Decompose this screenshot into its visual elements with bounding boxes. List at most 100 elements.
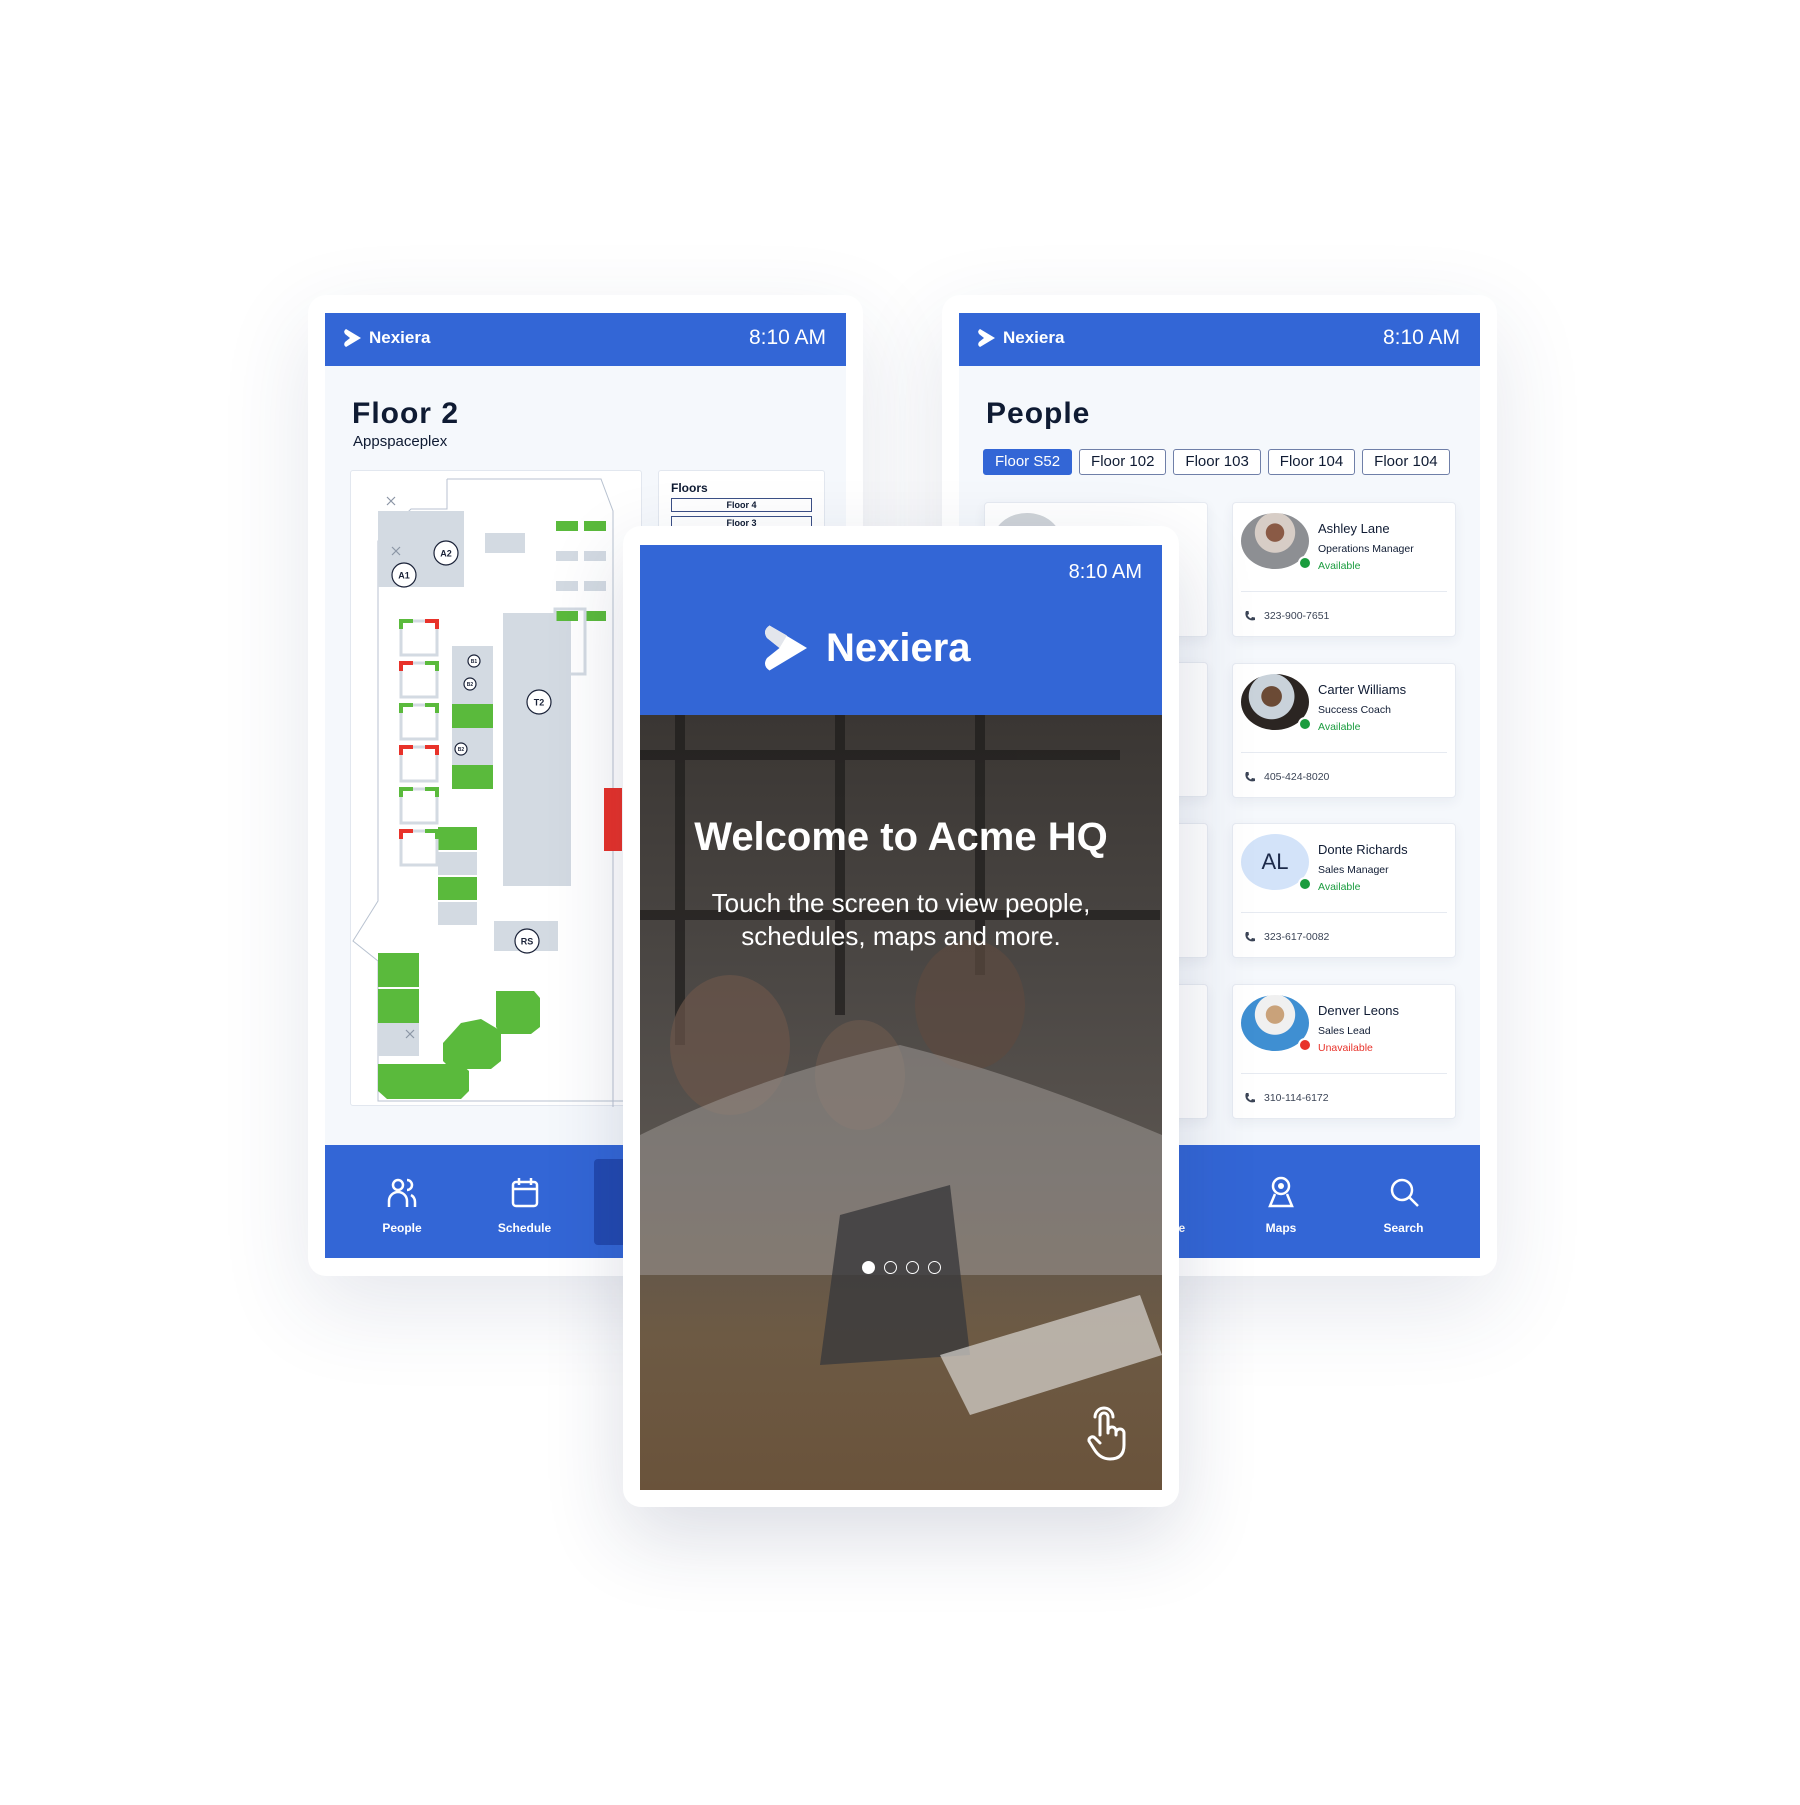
person-name: Ashley Lane (1318, 521, 1390, 536)
desk-cluster (399, 661, 439, 699)
room (438, 877, 477, 900)
room-free (378, 953, 419, 987)
carousel-dot[interactable] (884, 1261, 897, 1274)
phone-row[interactable]: 323-617-0082 (1244, 931, 1329, 943)
map-label: B1 (471, 659, 478, 665)
carousel-dot-active[interactable] (862, 1261, 875, 1274)
phone-icon (1245, 771, 1255, 781)
floor-map[interactable]: A1 A2 B1 B2 B2 T2 RS (350, 470, 651, 1107)
room (438, 902, 477, 925)
room (378, 1023, 419, 1056)
room-b-free (452, 765, 493, 789)
desk-status (399, 661, 413, 671)
room-free (378, 989, 419, 1023)
phone-row[interactable]: 310-114-6172 (1244, 1092, 1329, 1104)
carousel-dots (862, 1261, 941, 1274)
brand-name: Nexiera (1003, 328, 1065, 347)
divider (1241, 751, 1447, 753)
room-free (443, 1019, 501, 1069)
map-label: A1 (398, 571, 410, 581)
person-status: Available (1318, 881, 1361, 893)
person-card[interactable]: Ashley Lane Operations Manager Available 32… (1232, 502, 1456, 637)
room-free (378, 1064, 469, 1099)
brand: Nexiera (343, 327, 430, 349)
person-status: Unavailable (1318, 1041, 1373, 1054)
tab-floor-104-b[interactable]: Floor 104 (1362, 449, 1450, 475)
map-label: A2 (440, 549, 452, 559)
carousel-dot[interactable] (906, 1261, 919, 1274)
nav-item-search[interactable]: Search (1351, 1145, 1457, 1258)
phone-icon (1245, 932, 1255, 942)
phone-row[interactable]: 405-424-8020 (1244, 771, 1329, 783)
person-card[interactable]: Carter Williams Success Coach Available 405… (1232, 662, 1456, 798)
room-b-free (452, 704, 493, 728)
nav-item-people[interactable]: People (349, 1145, 455, 1258)
desk (584, 611, 606, 621)
person-role: Sales Lead (1318, 1024, 1371, 1037)
brand-name: Nexiera (369, 328, 431, 347)
person-role: Sales Manager (1318, 864, 1389, 876)
status-dot (1298, 716, 1312, 731)
desk (584, 521, 606, 531)
carousel-dot[interactable] (928, 1261, 941, 1274)
desk-status (425, 745, 439, 755)
brand: Nexiera (762, 620, 971, 676)
welcome-header: 8:10 AM Nexiera (640, 545, 1162, 715)
phone-number: 323-617-0082 (1264, 931, 1330, 943)
phone-row[interactable]: 323-900-7651 (1244, 610, 1329, 622)
welcome-screen[interactable]: 8:10 AM Nexiera Welcome to Acme HQ Touch… (640, 545, 1162, 1490)
desk-cluster (399, 703, 439, 741)
nexiera-logo-icon (978, 329, 995, 347)
calendar-icon (511, 1178, 538, 1208)
map-label: RS (521, 937, 534, 947)
nav-label: Search (1383, 1221, 1424, 1235)
floor-option[interactable]: Floor 4 (671, 498, 812, 512)
phone-icon (1245, 611, 1255, 621)
phone-number: 323-900-7651 (1264, 610, 1330, 622)
map-label: T2 (534, 698, 545, 708)
desk-cluster (399, 787, 439, 825)
divider (1241, 591, 1447, 592)
tab-floor-104[interactable]: Floor 104 (1267, 449, 1356, 475)
desk-status (399, 745, 413, 755)
divider (1241, 1072, 1447, 1074)
room-small (485, 533, 525, 553)
room (438, 827, 477, 850)
desk-status (399, 619, 413, 629)
avatar-initials: AL (1261, 849, 1289, 874)
person-name: Denver Leons (1318, 1002, 1399, 1018)
person-card[interactable]: AL Donte Richards Sales Manager Available 32… (1232, 823, 1456, 958)
map-label: B2 (467, 682, 474, 688)
nav-label: Schedule (497, 1221, 552, 1235)
unavailable-x-icon (386, 496, 396, 506)
phone-number: 405-424-8020 (1264, 770, 1330, 783)
desk-status (425, 661, 439, 671)
floor-map-svg[interactable]: A1 A2 B1 B2 B2 T2 RS (351, 471, 651, 1107)
nexiera-logo-icon (344, 329, 361, 347)
desk-status (399, 829, 413, 839)
room-occupied (604, 788, 622, 851)
nav-item-maps[interactable]: Maps (1228, 1145, 1334, 1258)
status-dot (1298, 1037, 1312, 1052)
desk-status (425, 787, 439, 797)
welcome-subtitle: Touch the screen to view people, schedul… (711, 888, 1091, 951)
team-photo: Welcome to Acme HQ Touch the screen to v… (640, 715, 1162, 1490)
room (438, 852, 477, 875)
tab-floor-102[interactable]: Floor 102 (1079, 449, 1167, 475)
nexiera-logo-icon (765, 625, 807, 671)
page-title: Floor 2 (352, 397, 460, 430)
app-header: Nexiera 8:10 AM (325, 313, 846, 366)
tab-floor-103[interactable]: Floor 103 (1173, 449, 1261, 475)
hand-pointer-icon (1087, 1406, 1126, 1461)
desk-cluster (399, 619, 439, 657)
desk-cluster (399, 745, 439, 783)
person-role: Operations Manager (1318, 543, 1414, 555)
floor-tabs: Floor S52 Floor 102 Floor 103 Floor 104 … (983, 449, 1450, 475)
nav-item-schedule[interactable]: Schedule (472, 1145, 578, 1258)
desk-status (425, 619, 439, 629)
desk-cluster (399, 829, 439, 867)
clock: 8:10 AM (1382, 326, 1460, 349)
phone-icon (1245, 1092, 1255, 1102)
tab-floor-s52[interactable]: Floor S52 (983, 449, 1073, 475)
person-card[interactable]: Denver Leons Sales Lead Unavailable 310-114… (1232, 983, 1456, 1119)
